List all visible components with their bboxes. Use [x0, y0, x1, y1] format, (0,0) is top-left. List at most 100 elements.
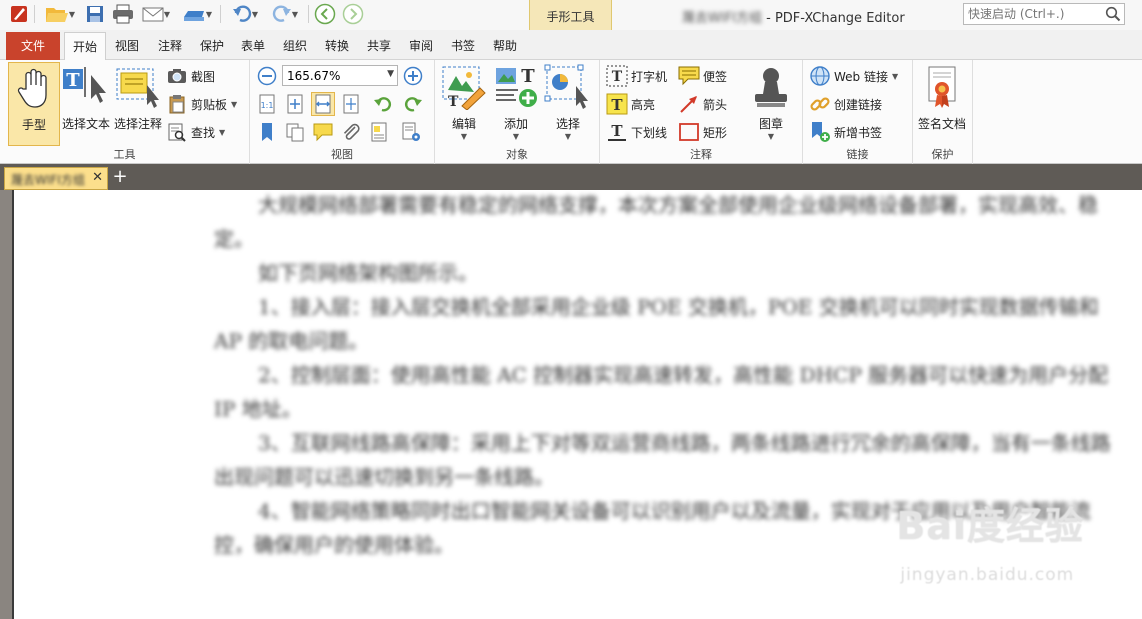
- edit-button[interactable]: T 编辑 ▼: [438, 62, 490, 146]
- tab-convert[interactable]: 转换: [318, 32, 356, 60]
- app-logo-icon[interactable]: [8, 3, 30, 25]
- hand-tool-label: 手型: [21, 118, 46, 132]
- document-view[interactable]: 大规模网络部署需要有稳定的网络支撑，本次方案全部使用企业级网络设备部署，实现高效…: [0, 190, 1142, 619]
- select-annotation-icon: [112, 64, 164, 110]
- create-link-button[interactable]: 创建链接: [809, 92, 882, 116]
- tab-home[interactable]: 开始: [64, 32, 106, 61]
- chevron-down-icon: ▼: [512, 132, 520, 141]
- title-bar: ▼ ▼ ▼ ▼ ▼ 手形工具 格式 蔑去WIFI方组 - PDF-XChange…: [0, 0, 1142, 60]
- fit-width-icon[interactable]: [311, 92, 335, 116]
- tab-comment[interactable]: 注释: [151, 32, 189, 60]
- group-tools-label: 工具: [113, 148, 136, 161]
- svg-text:T: T: [612, 69, 623, 85]
- select-text-label: 选择文本: [61, 117, 110, 131]
- scanner-icon[interactable]: ▼: [178, 3, 216, 25]
- close-icon[interactable]: ✕: [92, 170, 103, 185]
- search-icon[interactable]: [1105, 6, 1121, 25]
- underline-label: 下划线: [631, 125, 668, 140]
- find-label: 查找: [191, 125, 216, 140]
- tab-organize[interactable]: 组织: [276, 32, 314, 60]
- tab-help[interactable]: 帮助: [486, 32, 524, 60]
- chevron-down-icon[interactable]: ▼: [387, 69, 394, 79]
- pdf-page[interactable]: 大规模网络部署需要有稳定的网络支撑，本次方案全部使用企业级网络设备部署，实现高效…: [12, 190, 1142, 619]
- back-icon[interactable]: [312, 3, 338, 25]
- tab-share[interactable]: 共享: [360, 32, 398, 60]
- fit-visible-icon[interactable]: [339, 92, 363, 116]
- pages-icon[interactable]: [283, 120, 307, 144]
- hand-tool-button[interactable]: 手型: [8, 62, 60, 146]
- tab-protect[interactable]: 保护: [193, 32, 231, 60]
- print-icon[interactable]: [110, 3, 136, 25]
- select-text-button[interactable]: T 选择文本: [60, 62, 112, 146]
- page-settings-icon[interactable]: [399, 120, 423, 144]
- link-icon: [809, 93, 831, 115]
- rectangle-label: 矩形: [703, 125, 728, 140]
- add-button[interactable]: T 添加 ▼: [490, 62, 542, 146]
- snapshot-label: 截图: [191, 69, 216, 84]
- email-icon[interactable]: ▼: [138, 3, 174, 25]
- tab-form[interactable]: 表单: [234, 32, 272, 60]
- zoom-in-icon[interactable]: [401, 64, 425, 88]
- web-link-button[interactable]: Web 链接 ▼: [809, 64, 898, 88]
- zoom-out-icon[interactable]: [255, 64, 279, 88]
- chevron-down-icon: ▼: [231, 99, 238, 109]
- arrow-label: 箭头: [703, 97, 728, 112]
- underline-button[interactable]: T 下划线: [606, 120, 667, 144]
- new-tab-button[interactable]: +: [111, 168, 129, 188]
- camera-icon: [166, 65, 188, 87]
- select-text-icon: T: [60, 64, 112, 110]
- document-tab[interactable]: 蔑去WIFI方组 ✕: [4, 167, 108, 190]
- group-view: ▼ 1:1 视图: [250, 60, 435, 164]
- sticky-note-button[interactable]: 便签: [678, 64, 727, 88]
- search-input[interactable]: [964, 4, 1102, 24]
- tab-view[interactable]: 视图: [108, 32, 146, 60]
- svg-text:T: T: [66, 70, 80, 91]
- select-annotation-button[interactable]: 选择注释: [112, 62, 164, 146]
- select-object-label: 选择: [555, 117, 580, 131]
- clipboard-icon: [166, 93, 188, 115]
- edit-icon: T: [438, 64, 490, 110]
- rotate-left-icon[interactable]: [371, 92, 395, 116]
- forward-icon[interactable]: [340, 3, 366, 25]
- highlight-button[interactable]: T 高亮: [606, 92, 655, 116]
- group-links-label: 链接: [846, 148, 869, 161]
- undo-icon[interactable]: ▼: [226, 3, 264, 25]
- select-object-button[interactable]: 选择 ▼: [542, 62, 594, 146]
- typewriter-button[interactable]: T 打字机: [606, 64, 667, 88]
- sign-document-button[interactable]: 签名文档: [916, 62, 968, 146]
- open-file-icon[interactable]: ▼: [42, 3, 78, 25]
- sticky-note-icon: [678, 65, 700, 87]
- tab-review[interactable]: 审阅: [402, 32, 440, 60]
- zoom-input[interactable]: [283, 66, 379, 85]
- arrow-button[interactable]: 箭头: [678, 92, 727, 116]
- hand-icon: [9, 65, 59, 111]
- save-icon[interactable]: [82, 3, 108, 25]
- underline-icon: T: [606, 121, 628, 143]
- fit-page-icon[interactable]: [283, 92, 307, 116]
- properties-icon[interactable]: [367, 120, 391, 144]
- add-bookmark-button[interactable]: 新增书签: [809, 120, 882, 144]
- comments-icon[interactable]: [311, 120, 335, 144]
- find-button[interactable]: 查找 ▼: [166, 120, 225, 144]
- watermark-url: jingyan.baidu.com: [900, 565, 1075, 585]
- bookmark-icon[interactable]: [255, 120, 279, 144]
- group-links: Web 链接 ▼ 创建链接 新增书签 链接: [803, 60, 913, 164]
- zoom-level-select[interactable]: ▼: [282, 65, 398, 86]
- actual-size-icon[interactable]: 1:1: [255, 92, 279, 116]
- group-tools: 手型 T 选择文本 选择注释 截图 剪贴板 ▼ 查找 ▼ 工具: [0, 60, 250, 164]
- svg-text:T: T: [611, 122, 623, 140]
- stamp-button[interactable]: 图章 ▼: [745, 62, 797, 146]
- rectangle-icon: [678, 121, 700, 143]
- tab-file[interactable]: 文件: [6, 32, 60, 60]
- rectangle-button[interactable]: 矩形: [678, 120, 727, 144]
- redo-icon[interactable]: ▼: [266, 3, 304, 25]
- select-object-icon: [542, 64, 594, 110]
- clipboard-button[interactable]: 剪贴板 ▼: [166, 92, 237, 116]
- add-label: 添加: [503, 117, 528, 131]
- tab-bookmarks[interactable]: 书签: [444, 32, 482, 60]
- attachments-icon[interactable]: [339, 120, 363, 144]
- quick-launch-search[interactable]: [963, 3, 1125, 25]
- snapshot-button[interactable]: 截图: [166, 64, 215, 88]
- group-objects-label: 对象: [506, 148, 528, 161]
- rotate-right-icon[interactable]: [401, 92, 425, 116]
